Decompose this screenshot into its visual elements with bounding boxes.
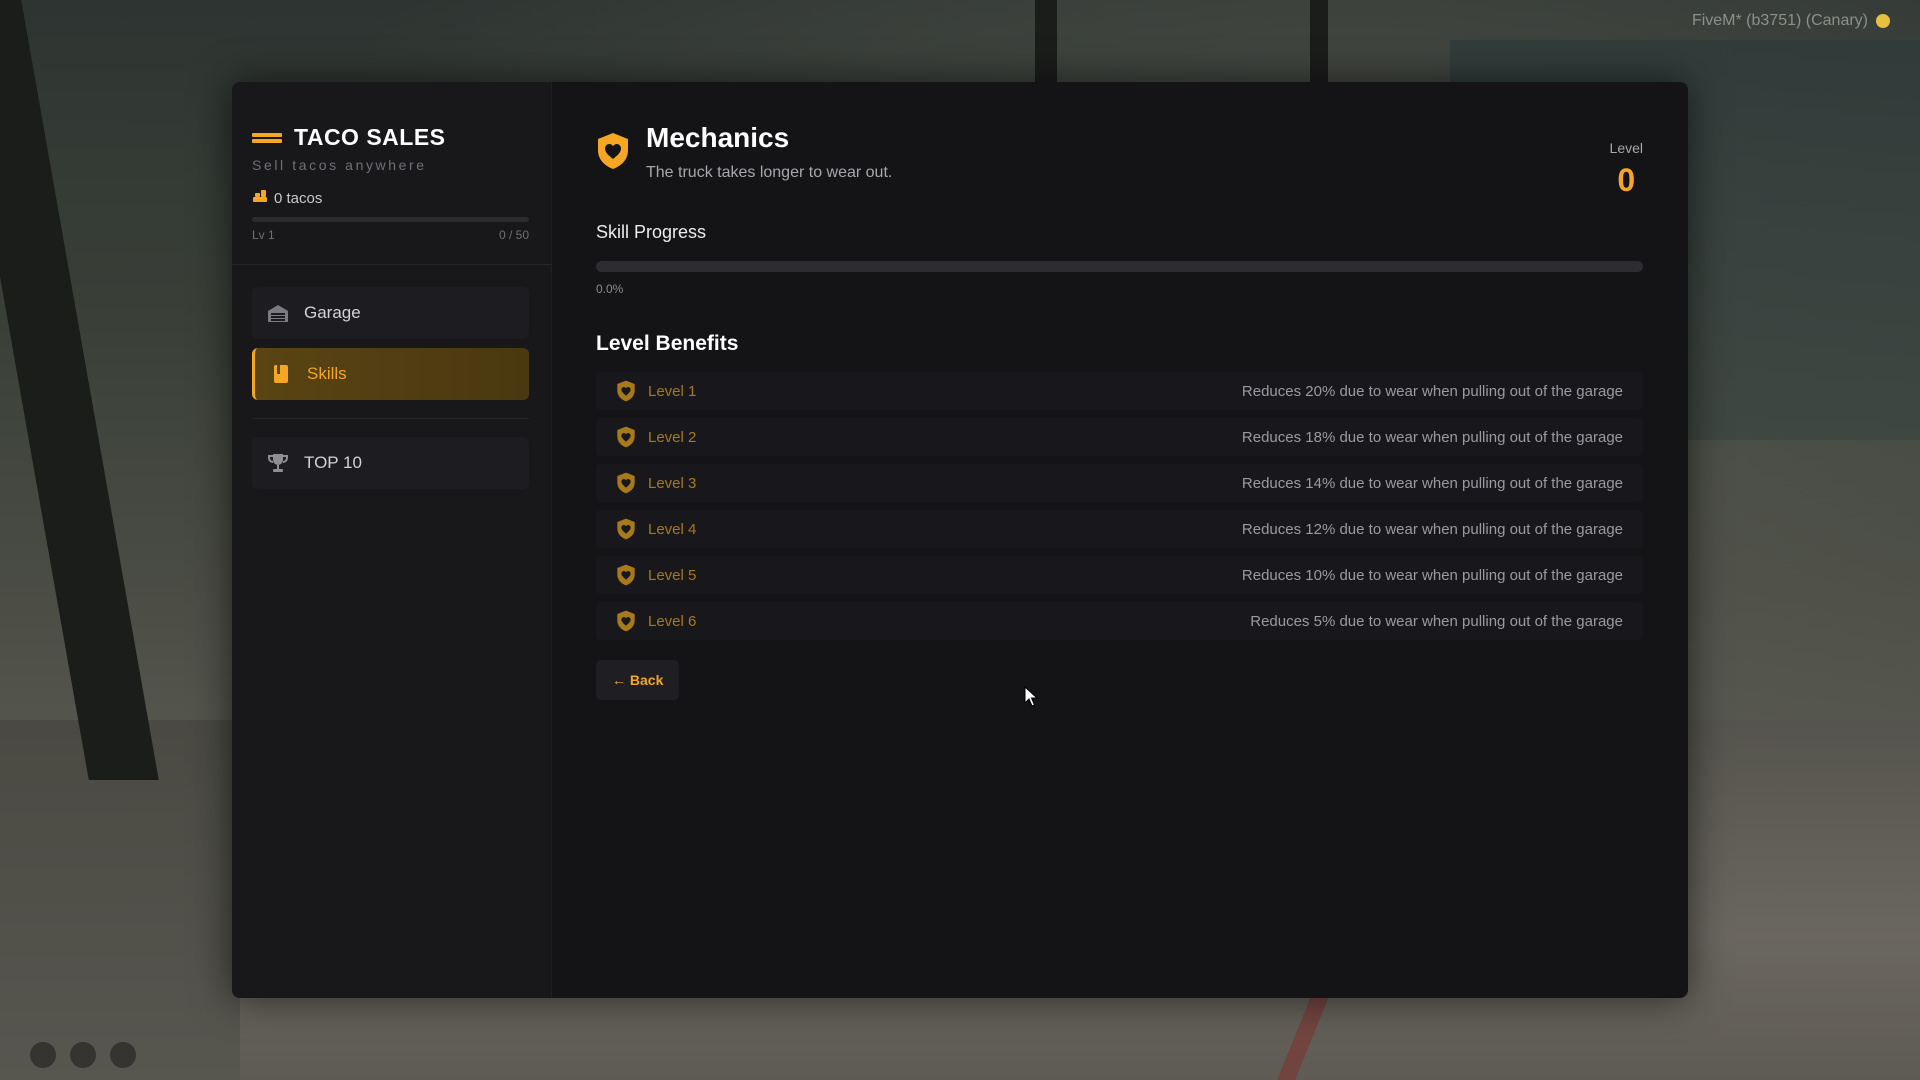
game-scene: FiveM* (b3751) (Canary) TACO SALES Sell …: [0, 0, 1920, 1080]
benefit-level: Level 6: [648, 612, 697, 630]
skill-level-box: Level 0: [1610, 140, 1643, 199]
benefit-row: Level 2 Reduces 18% due to wear when pul…: [596, 418, 1643, 456]
tacos-count: 0 tacos: [274, 189, 323, 207]
sidebar-item-top10[interactable]: TOP 10: [252, 437, 529, 489]
player-level-progress: 0 / 50: [498, 228, 529, 242]
sidebar-item-label: Garage: [304, 303, 361, 322]
hud-indicator-icon: [70, 1042, 96, 1068]
background-pole: [1035, 0, 1057, 90]
brand-title: TACO SALES: [294, 124, 446, 150]
benefit-description: Reduces 10% due to wear when pulling out…: [1241, 566, 1623, 584]
benefit-row: Level 3 Reduces 14% due to wear when pul…: [596, 464, 1643, 502]
fivem-status-icon: [1876, 14, 1890, 28]
shield-heart-icon: [616, 472, 636, 494]
garage-icon: [266, 302, 290, 324]
benefit-level: Level 5: [648, 566, 697, 584]
skill-progress-percent: 0.0%: [596, 282, 624, 296]
sidebar-item-label: TOP 10: [304, 453, 362, 472]
sidebar-divider: [232, 264, 551, 265]
benefit-description: Reduces 12% due to wear when pulling out…: [1241, 520, 1623, 538]
shield-heart-icon: [616, 380, 636, 402]
player-level-bar: [252, 217, 529, 222]
tacos-counter: 0 tacos: [252, 189, 529, 207]
shield-heart-icon: [616, 426, 636, 448]
brand-subtitle: Sell tacos anywhere: [252, 157, 427, 173]
benefit-description: Reduces 18% due to wear when pulling out…: [1241, 428, 1623, 446]
skill-level-value: 0: [1617, 162, 1636, 198]
skills-book-icon: [269, 363, 293, 385]
shield-heart-icon: [616, 564, 636, 586]
shield-heart-icon: [616, 518, 636, 540]
level-benefits-list: Level 1 Reduces 20% due to wear when pul…: [596, 372, 1643, 640]
benefit-level: Level 3: [648, 474, 697, 492]
skill-level-label: Level: [1609, 140, 1643, 156]
player-level-row: Lv 1 0 / 50: [252, 228, 529, 242]
sidebar-item-garage[interactable]: Garage: [252, 287, 529, 339]
taco-logo-icon: [252, 131, 284, 145]
shield-heart-icon: [616, 610, 636, 632]
mouse-cursor-icon: [1024, 686, 1039, 707]
skill-detail: Mechanics The truck takes longer to wear…: [552, 82, 1688, 998]
benefit-row: Level 5 Reduces 10% due to wear when pul…: [596, 556, 1643, 594]
benefit-description: Reduces 20% due to wear when pulling out…: [1241, 382, 1623, 400]
sidebar-divider: [252, 418, 529, 419]
benefit-level: Level 1: [648, 382, 697, 400]
skill-progress-bar: [596, 261, 1643, 272]
benefit-level: Level 2: [648, 428, 697, 446]
skill-description: The truck takes longer to wear out.: [646, 164, 893, 181]
sidebar-item-label: Skills: [307, 364, 347, 383]
taco-sales-panel: TACO SALES Sell tacos anywhere 0 tacos L…: [232, 82, 1688, 998]
sidebar: TACO SALES Sell tacos anywhere 0 tacos L…: [232, 82, 552, 998]
shield-heart-icon: [596, 132, 630, 170]
hud-indicator-icon: [30, 1042, 56, 1068]
skill-name: Mechanics: [646, 122, 790, 153]
background-pole: [0, 0, 159, 780]
fivem-build-text: FiveM* (b3751) (Canary): [1691, 12, 1868, 29]
sidebar-item-skills[interactable]: Skills: [252, 348, 529, 400]
benefit-row: Level 4 Reduces 12% due to wear when pul…: [596, 510, 1643, 548]
taco-stack-icon: [252, 189, 268, 207]
level-benefits-title: Level Benefits: [596, 332, 739, 355]
benefit-description: Reduces 5% due to wear when pulling out …: [1250, 612, 1623, 630]
benefit-level: Level 4: [648, 520, 697, 538]
benefit-row: Level 1 Reduces 20% due to wear when pul…: [596, 372, 1643, 410]
player-level-label: Lv 1: [252, 228, 275, 242]
back-button[interactable]: ← Back: [596, 660, 680, 700]
skill-progress-title: Skill Progress: [596, 222, 707, 242]
hud-indicators: [30, 1042, 136, 1068]
fivem-build-label: FiveM* (b3751) (Canary): [1692, 12, 1890, 30]
benefit-row: Level 6 Reduces 5% due to wear when pull…: [596, 602, 1643, 640]
background-pole: [1310, 0, 1328, 95]
skill-header: Mechanics The truck takes longer to wear…: [596, 122, 1643, 182]
benefit-description: Reduces 14% due to wear when pulling out…: [1241, 474, 1623, 492]
hud-indicator-icon: [110, 1042, 136, 1068]
trophy-icon: [266, 452, 290, 474]
brand: TACO SALES: [252, 124, 529, 151]
